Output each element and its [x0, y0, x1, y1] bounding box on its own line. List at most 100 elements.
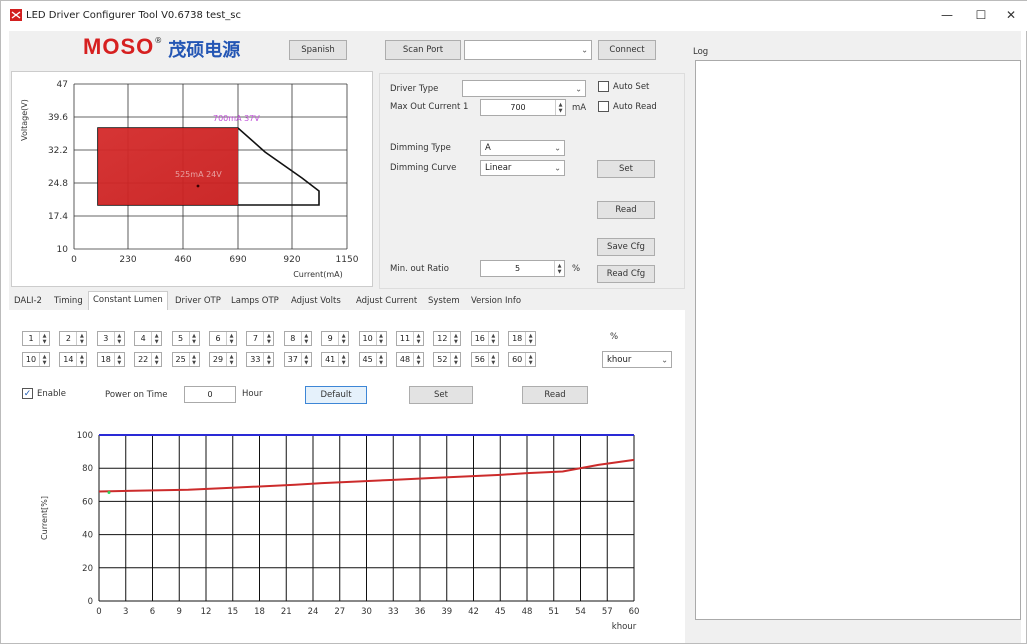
value-spinner[interactable]: 11 ▲ ▼	[396, 331, 424, 346]
dimming-type-select[interactable]: A ⌄	[480, 140, 565, 156]
spin-arrows-icon[interactable]: ▲ ▼	[151, 353, 161, 366]
spin-arrows-icon[interactable]: ▲ ▼	[151, 332, 161, 345]
value-spinner[interactable]: 12 ▲ ▼	[433, 331, 462, 346]
spin-arrows-icon[interactable]: ▲ ▼	[487, 353, 498, 366]
lumen-xtick: 54	[575, 607, 586, 617]
read-cfg-button[interactable]: Read Cfg	[597, 265, 655, 283]
spin-arrows-icon[interactable]: ▲ ▼	[76, 332, 86, 345]
max-out-spinner[interactable]: 700 ▲ ▼	[480, 99, 566, 116]
driver-type-select[interactable]: ⌄	[462, 80, 586, 97]
spin-arrows-icon[interactable]: ▲ ▼	[487, 332, 498, 345]
cl-set-button[interactable]: Set	[409, 386, 473, 404]
driver-read-button[interactable]: Read	[597, 201, 655, 219]
spin-arrows-icon[interactable]: ▲ ▼	[525, 332, 535, 345]
lumen-xtick: 60	[629, 607, 640, 617]
value-spinner[interactable]: 10 ▲ ▼	[358, 331, 387, 346]
tab-system[interactable]: System	[424, 293, 464, 310]
value-spinner[interactable]: 41 ▲ ▼	[321, 352, 350, 367]
spin-arrows-icon[interactable]: ▲ ▼	[76, 353, 86, 366]
spin-arrows-icon[interactable]: ▲ ▼	[525, 353, 535, 366]
spin-arrows-icon[interactable]: ▲ ▼	[555, 100, 565, 115]
tab-driver-otp[interactable]: Driver OTP	[171, 293, 225, 310]
value-spinner[interactable]: 60 ▲ ▼	[508, 352, 537, 367]
value-spinner[interactable]: 18 ▲ ▼	[96, 352, 125, 367]
spin-arrows-icon[interactable]: ▲ ▼	[338, 332, 348, 345]
maximize-button[interactable]: ☐	[965, 5, 997, 25]
value-spinner[interactable]: 14 ▲ ▼	[59, 352, 88, 367]
spin-arrows-icon[interactable]: ▲ ▼	[413, 353, 423, 366]
spin-arrows-icon[interactable]: ▲ ▼	[113, 332, 124, 345]
spin-arrows-icon[interactable]: ▲ ▼	[263, 353, 273, 366]
tab-adjust-volts[interactable]: Adjust Volts	[287, 293, 345, 310]
tab-lamps-otp[interactable]: Lamps OTP	[227, 293, 283, 310]
value-spinner[interactable]: 3 ▲ ▼	[96, 331, 125, 346]
default-button[interactable]: Default	[305, 386, 367, 404]
cl-read-button[interactable]: Read	[522, 386, 588, 404]
value-spinner[interactable]: 4 ▲ ▼	[134, 331, 163, 346]
lumen-xtick: 30	[361, 607, 372, 617]
value-spinner[interactable]: 25 ▲ ▼	[171, 352, 200, 367]
spin-arrows-icon[interactable]: ▲ ▼	[188, 353, 199, 366]
value-spinner[interactable]: 37 ▲ ▼	[283, 352, 312, 367]
scan-port-button[interactable]: Scan Port	[385, 40, 461, 60]
value-spinner[interactable]: 48 ▲ ▼	[396, 352, 424, 367]
log-output[interactable]	[695, 60, 1021, 620]
spin-arrows-icon[interactable]: ▲ ▼	[226, 353, 236, 366]
spin-arrows-icon[interactable]: ▲ ▼	[39, 332, 49, 345]
spanish-button[interactable]: Spanish	[289, 40, 347, 60]
spinner-value: 9	[327, 334, 333, 343]
spin-arrows-icon[interactable]: ▲ ▼	[113, 353, 124, 366]
value-spinner[interactable]: 33 ▲ ▼	[246, 352, 275, 367]
auto-read-checkbox[interactable]: Auto Read	[598, 101, 657, 112]
value-spinner[interactable]: 16 ▲ ▼	[470, 331, 499, 346]
value-spinner[interactable]: 56 ▲ ▼	[470, 352, 499, 367]
enable-checkbox[interactable]: ✓ Enable	[22, 388, 66, 399]
spin-arrows-icon[interactable]: ▲ ▼	[375, 332, 386, 345]
tab-version-info[interactable]: Version Info	[467, 293, 525, 310]
value-spinner[interactable]: 29 ▲ ▼	[209, 352, 237, 367]
driver-set-button[interactable]: Set	[597, 160, 655, 178]
value-spinner[interactable]: 8 ▲ ▼	[283, 331, 312, 346]
tab-constant-lumen[interactable]: Constant Lumen	[88, 291, 168, 310]
value-spinner[interactable]: 18 ▲ ▼	[508, 331, 537, 346]
vi-xtick: 0	[71, 255, 77, 265]
value-spinner[interactable]: 5 ▲ ▼	[171, 331, 200, 346]
spin-arrows-icon[interactable]: ▲ ▼	[338, 353, 348, 366]
value-spinner[interactable]: 9 ▲ ▼	[321, 331, 350, 346]
value-spinner[interactable]: 7 ▲ ▼	[246, 331, 275, 346]
tab-adjust-current[interactable]: Adjust Current	[352, 293, 421, 310]
spin-arrows-icon[interactable]: ▲ ▼	[263, 332, 273, 345]
spin-arrows-icon[interactable]: ▲ ▼	[188, 332, 199, 345]
tab-timing[interactable]: Timing	[50, 293, 87, 310]
value-spinner[interactable]: 52 ▲ ▼	[433, 352, 462, 367]
value-spinner[interactable]: 1 ▲ ▼	[22, 331, 50, 346]
lumen-xtick: 12	[201, 607, 212, 617]
port-select[interactable]: ⌄	[464, 40, 592, 60]
spin-arrows-icon[interactable]: ▲ ▼	[300, 353, 311, 366]
tab-dali2[interactable]: DALI-2	[10, 293, 46, 310]
spin-arrows-icon[interactable]: ▲ ▼	[413, 332, 423, 345]
spin-arrows-icon[interactable]: ▲ ▼	[554, 261, 564, 276]
min-out-spinner[interactable]: 5 ▲ ▼	[480, 260, 565, 277]
save-cfg-button[interactable]: Save Cfg	[597, 238, 655, 256]
value-spinner[interactable]: 22 ▲ ▼	[134, 352, 163, 367]
spin-arrows-icon[interactable]: ▲ ▼	[226, 332, 236, 345]
dimming-curve-select[interactable]: Linear ⌄	[480, 160, 565, 176]
close-button[interactable]: ✕	[995, 5, 1027, 25]
spin-arrows-icon[interactable]: ▲ ▼	[375, 353, 386, 366]
value-spinner[interactable]: 10 ▲ ▼	[22, 352, 50, 367]
value-spinner[interactable]: 45 ▲ ▼	[358, 352, 387, 367]
minimize-button[interactable]: —	[931, 5, 963, 25]
vi-xtick: 1150	[336, 255, 359, 265]
power-on-input[interactable]: 0	[184, 386, 236, 403]
spin-arrows-icon[interactable]: ▲ ▼	[39, 353, 49, 366]
auto-set-checkbox[interactable]: Auto Set	[598, 81, 649, 92]
connect-button[interactable]: Connect	[598, 40, 656, 60]
value-spinner[interactable]: 6 ▲ ▼	[209, 331, 237, 346]
lumen-xtick: 42	[468, 607, 479, 617]
spin-arrows-icon[interactable]: ▲ ▼	[300, 332, 311, 345]
time-unit-select[interactable]: khour ⌄	[602, 351, 672, 368]
value-spinner[interactable]: 2 ▲ ▼	[59, 331, 88, 346]
spin-arrows-icon[interactable]: ▲ ▼	[450, 353, 460, 366]
spin-arrows-icon[interactable]: ▲ ▼	[450, 332, 460, 345]
